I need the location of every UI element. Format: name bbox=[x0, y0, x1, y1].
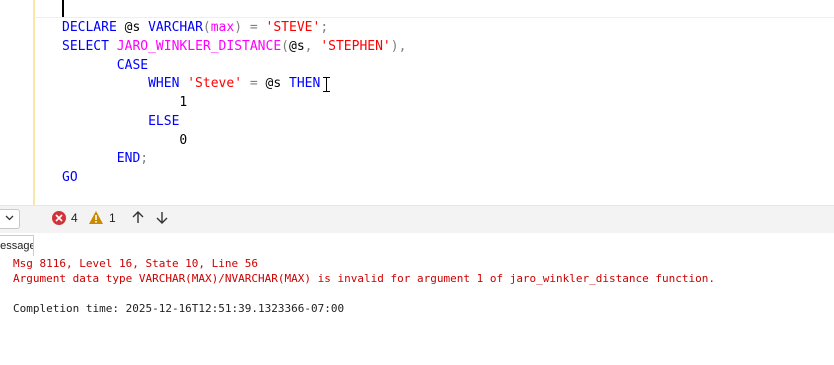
warning-count[interactable]: 1 bbox=[109, 210, 116, 226]
error-message-body: Argument data type VARCHAR(MAX)/NVARCHAR… bbox=[13, 272, 715, 285]
previous-arrow-icon[interactable] bbox=[131, 210, 145, 225]
code-token: ; bbox=[140, 151, 149, 167]
error-icon[interactable] bbox=[52, 211, 66, 225]
code-line[interactable]: SELECT JARO_WINKLER_DISTANCE(@s, 'STEPHE… bbox=[62, 37, 406, 56]
code-token: END bbox=[62, 151, 141, 167]
code-line[interactable]: GO bbox=[62, 168, 78, 187]
tab-label: Messages bbox=[0, 240, 33, 252]
code-token: WHEN bbox=[62, 76, 188, 92]
completion-time: Completion time: 2025-12-16T12:51:39.132… bbox=[13, 302, 345, 315]
code-token: VARCHAR bbox=[148, 20, 203, 35]
code-token: 'STEPHEN' bbox=[320, 38, 391, 54]
ibeam-cursor-icon bbox=[323, 77, 331, 93]
code-line[interactable]: DECLARE @s VARCHAR(max) = 'STEVE'; bbox=[62, 18, 328, 37]
error-message-header: Msg 8116, Level 16, State 10, Line 56 bbox=[13, 257, 259, 270]
code-token: DECLARE bbox=[62, 20, 117, 35]
code-token: 1 bbox=[62, 95, 188, 110]
code-token: 0 bbox=[62, 132, 188, 148]
code-token: SELECT bbox=[62, 38, 117, 54]
zoom-dropdown[interactable] bbox=[0, 209, 20, 229]
chevron-down-icon bbox=[5, 215, 14, 221]
warning-icon[interactable] bbox=[88, 210, 104, 225]
current-line-highlight bbox=[36, 0, 834, 18]
code-token: CASE bbox=[62, 57, 149, 73]
code-line[interactable]: END; bbox=[62, 149, 148, 168]
change-tracking-bar bbox=[33, 0, 35, 205]
code-token: ELSE bbox=[62, 113, 180, 129]
tab-messages[interactable]: Messages bbox=[0, 235, 34, 256]
code-token: ( bbox=[281, 38, 289, 54]
code-token: ; bbox=[320, 20, 329, 35]
code-token: THEN bbox=[289, 76, 321, 92]
messages-pane[interactable]: Msg 8116, Level 16, State 10, Line 56 Ar… bbox=[0, 256, 834, 365]
text-caret bbox=[62, 0, 64, 17]
error-count[interactable]: 4 bbox=[71, 210, 78, 226]
code-line[interactable]: CASE bbox=[62, 56, 148, 75]
editor-status-strip bbox=[0, 205, 834, 234]
code-line[interactable]: ELSE bbox=[62, 112, 179, 131]
code-token: @s bbox=[265, 76, 289, 92]
code-token: 'STEVE' bbox=[265, 20, 321, 35]
code-token: 'Steve' bbox=[187, 76, 243, 92]
code-token: , bbox=[304, 38, 321, 54]
code-token: @s bbox=[116, 20, 149, 35]
code-token: ) bbox=[234, 20, 243, 35]
code-token: JARO_WINKLER_DISTANCE bbox=[116, 38, 282, 54]
code-line[interactable]: 1 bbox=[62, 93, 187, 112]
code-token: ( bbox=[202, 20, 211, 35]
code-line[interactable]: WHEN 'Steve' = @s THEN bbox=[62, 74, 320, 93]
code-line[interactable]: 0 bbox=[62, 131, 187, 150]
query-editor[interactable]: DECLARE @s VARCHAR(max) = 'STEVE'; SELECT… bbox=[0, 0, 834, 205]
next-arrow-icon[interactable] bbox=[155, 210, 169, 225]
code-token: max bbox=[210, 20, 235, 35]
results-tab-bar: Messages bbox=[0, 233, 834, 257]
code-token: @s bbox=[289, 38, 305, 54]
code-token: ), bbox=[390, 38, 407, 54]
code-token: GO bbox=[62, 170, 78, 185]
code-token: = bbox=[242, 20, 266, 35]
code-token: = bbox=[242, 76, 266, 92]
